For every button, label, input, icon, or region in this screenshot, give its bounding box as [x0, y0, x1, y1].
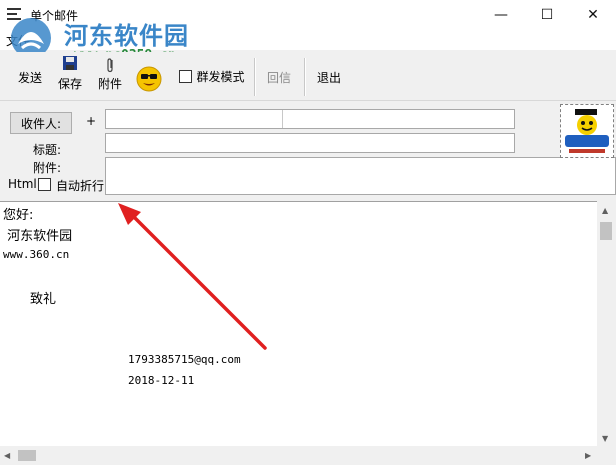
group-mode-toggle[interactable]: 群发模式 [176, 52, 248, 100]
closing-line: 致礼 [30, 292, 57, 307]
minimize-button[interactable]: — [478, 0, 524, 30]
exit-label: 退出 [316, 71, 341, 85]
header-area: 收件人: + 标题: 附件: Html 自动折行 [0, 101, 616, 199]
close-icon: ✕ [587, 7, 599, 23]
horizontal-scrollbar[interactable]: ◀ ▶ [0, 446, 597, 465]
exit-button[interactable]: 退出 [312, 52, 346, 100]
menu-file[interactable]: 文件 [6, 32, 30, 49]
toolbar-separator [254, 58, 256, 96]
cool-smiley-icon[interactable] [136, 66, 162, 92]
attach-label: 附件 [97, 77, 122, 91]
date-line: 2018-12-11 [128, 374, 195, 387]
scroll-left-icon[interactable]: ◀ [4, 451, 10, 460]
scroll-down-icon[interactable]: ▼ [602, 434, 608, 443]
add-recipient-button[interactable]: + [86, 114, 96, 128]
url-line: www.360.cn [3, 248, 70, 261]
scroll-up-icon[interactable]: ▲ [602, 206, 608, 215]
autowrap-label: 自动折行 [56, 179, 105, 193]
email-signature-line: 1793385715@qq.com [128, 353, 241, 366]
minimize-icon: — [494, 7, 508, 23]
email-emblem [560, 104, 614, 158]
close-button[interactable]: ✕ [570, 0, 616, 30]
attachment-label: 附件: [33, 161, 62, 175]
html-checkbox[interactable] [38, 178, 51, 191]
recipient-field-divider [282, 110, 283, 128]
save-button[interactable]: 保存 [54, 52, 86, 100]
vertical-scroll-thumb[interactable] [600, 222, 612, 240]
recipient-field[interactable] [105, 109, 515, 129]
email-mascot-icon [565, 109, 609, 153]
attach-button[interactable]: 附件 [94, 52, 126, 100]
toolbar: 发送 保存 附件 群发模式 回信 退出 [0, 52, 616, 101]
html-label: Html [8, 177, 37, 191]
maximize-icon: ☐ [540, 7, 554, 23]
send-label: 发送 [17, 71, 42, 85]
group-mode-checkbox[interactable] [179, 69, 193, 83]
title-bar: 单个邮件 — ☐ ✕ [0, 0, 616, 30]
scroll-right-icon[interactable]: ▶ [585, 451, 591, 460]
reply-label: 回信 [266, 71, 291, 85]
greeting-line: 您好: [3, 208, 34, 223]
body-line: 河东软件园 [3, 229, 73, 244]
reply-button[interactable]: 回信 [262, 52, 296, 100]
floppy-icon [63, 56, 77, 70]
maximize-button[interactable]: ☐ [524, 0, 570, 30]
vertical-scrollbar[interactable]: ▲ ▼ [597, 202, 616, 446]
horizontal-scroll-thumb[interactable] [18, 450, 36, 461]
app-icon [7, 8, 21, 20]
group-mode-label: 群发模式 [196, 69, 245, 84]
message-body[interactable]: 您好: 河东软件园 www.360.cn 致礼 1793385715@qq.co… [0, 201, 597, 447]
recipient-button[interactable]: 收件人: [10, 112, 72, 134]
menu-bar: 文件 [0, 30, 616, 50]
scrollbar-corner [597, 446, 616, 465]
save-label: 保存 [57, 77, 82, 91]
paperclip-icon [107, 58, 113, 73]
subject-field[interactable] [105, 133, 515, 153]
toolbar-separator [304, 58, 306, 96]
attachment-list[interactable] [105, 157, 616, 195]
subject-label: 标题: [33, 143, 62, 157]
send-button[interactable]: 发送 [10, 52, 50, 100]
window-title: 单个邮件 [30, 9, 79, 23]
